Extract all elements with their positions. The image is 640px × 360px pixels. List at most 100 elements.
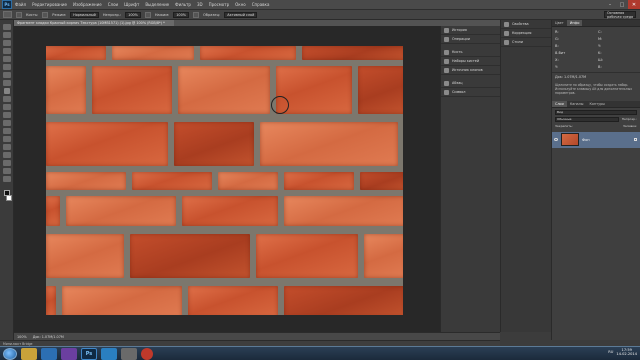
mode-dropdown[interactable]: Нормальный — [70, 11, 99, 18]
move-tool-icon[interactable] — [2, 24, 11, 30]
menu-window[interactable]: Окно — [235, 2, 246, 7]
browser-icon[interactable] — [101, 347, 117, 360]
menu-edit[interactable]: Редактирование — [32, 2, 67, 7]
panel-button-styles[interactable]: Стили — [501, 38, 551, 47]
panel-button-adjustments[interactable]: Коррекция — [501, 29, 551, 38]
brick — [358, 66, 403, 114]
menu-filter[interactable]: Фильтр — [175, 2, 191, 7]
crop-tool-icon[interactable] — [2, 56, 11, 62]
info-k: K: — [598, 51, 602, 55]
menu-layer[interactable]: Слои — [108, 2, 118, 7]
brush-tool-icon[interactable] — [2, 80, 11, 86]
dodge-tool-icon[interactable] — [2, 128, 11, 134]
brick — [62, 286, 182, 315]
clone-stamp-tool-icon[interactable] — [3, 88, 10, 94]
image-canvas[interactable] — [46, 46, 403, 315]
history-brush-tool-icon[interactable] — [2, 96, 11, 102]
tab-paths[interactable]: Контуры — [586, 101, 608, 107]
explorer-icon[interactable] — [21, 347, 37, 360]
panel-button-properties[interactable]: Свойства — [501, 20, 551, 29]
options-bar: Кисть: Режим: Нормальный Непрозр.: 100% … — [0, 10, 640, 20]
hand-tool-icon[interactable] — [2, 168, 11, 174]
menu-type[interactable]: Шрифт — [124, 2, 139, 7]
maximize-button[interactable]: □ — [616, 0, 628, 9]
system-tray: RU 17:59 14.02.2014 — [608, 348, 637, 357]
photoshop-logo: Ps — [2, 0, 12, 9]
clock-date: 14.02.2014 — [616, 352, 637, 357]
app-icon[interactable] — [141, 347, 153, 360]
tab-info[interactable]: Инфо — [566, 20, 583, 26]
language-indicator[interactable]: RU — [608, 350, 613, 354]
eyedropper-tool-icon[interactable] — [2, 64, 11, 70]
tab-color[interactable]: Цвет — [552, 20, 567, 26]
media-player-icon[interactable] — [41, 347, 57, 360]
start-button[interactable] — [3, 347, 17, 360]
clock[interactable]: 17:59 14.02.2014 — [616, 348, 637, 357]
brick — [46, 46, 106, 60]
info-readout: R: C: G: M: B: Y: 8-бит K: X: Ш: Y: В: — [552, 27, 640, 72]
brick — [178, 66, 270, 114]
blend-mode-dropdown[interactable]: Обычные — [555, 116, 619, 122]
eye-icon[interactable] — [554, 138, 558, 142]
minimize-button[interactable]: – — [604, 0, 616, 9]
paragraph-icon — [444, 80, 449, 86]
menu-3d[interactable]: 3D — [197, 2, 203, 7]
zoom-level[interactable]: 100% — [17, 335, 27, 339]
panel-button-brush-presets[interactable]: Наборы кистей — [441, 57, 500, 66]
menu-help[interactable]: Справка — [252, 2, 270, 7]
brick — [46, 172, 126, 190]
panel-button-clone-source[interactable]: Источник клонов — [441, 66, 500, 75]
type-tool-icon[interactable] — [2, 144, 11, 150]
photoshop-icon[interactable]: Ps — [81, 347, 97, 360]
tab-layers[interactable]: Слои — [552, 100, 567, 107]
history-icon — [444, 27, 449, 33]
opacity-field[interactable]: 100% — [125, 11, 141, 18]
clone-source-panel-toggle[interactable] — [42, 11, 49, 18]
healing-brush-tool-icon[interactable] — [2, 72, 11, 78]
gradient-tool-icon[interactable] — [2, 112, 11, 118]
window-controls: – □ ✕ — [604, 0, 640, 9]
panel-button-actions[interactable]: Операции — [441, 35, 500, 44]
menu-image[interactable]: Изображение — [73, 2, 102, 7]
panel-button-character[interactable]: Символ — [441, 88, 500, 97]
pressure-field[interactable]: 100% — [173, 11, 189, 18]
menu-select[interactable]: Выделение — [145, 2, 169, 7]
pen-tool-icon[interactable] — [2, 136, 11, 142]
tab-channels[interactable]: Каналы — [567, 101, 587, 107]
panel-label: Стили — [512, 40, 523, 44]
layers-panel-tabs: Слои Каналы Контуры — [552, 100, 640, 108]
pressure-opacity-toggle[interactable] — [144, 11, 151, 18]
layer-filter-dropdown[interactable]: Вид — [555, 109, 637, 115]
info-panel-tabs: Цвет Инфо — [552, 20, 640, 27]
document-size: Док: 1.07M/1.07M — [32, 334, 64, 339]
blur-tool-icon[interactable] — [2, 120, 11, 126]
lasso-tool-icon[interactable] — [2, 40, 11, 46]
path-selection-tool-icon[interactable] — [2, 152, 11, 158]
shape-tool-icon[interactable] — [2, 160, 11, 166]
sample-dropdown[interactable]: Активный слой — [224, 11, 258, 18]
workspace-switcher[interactable]: Основная рабочая среда — [604, 11, 636, 19]
clone-stamp-tool-icon[interactable] — [3, 11, 12, 18]
zoom-tool-icon[interactable] — [2, 176, 11, 182]
brick — [46, 286, 56, 315]
brick — [200, 46, 296, 60]
brick — [112, 46, 194, 60]
panel-button-paragraph[interactable]: Абзац — [441, 79, 500, 88]
tools-panel — [0, 20, 14, 340]
eraser-tool-icon[interactable] — [2, 104, 11, 110]
foreground-color-swatch[interactable] — [3, 190, 10, 196]
panel-button-brush[interactable]: Кисть — [441, 48, 500, 57]
airbrush-toggle[interactable] — [192, 11, 199, 18]
close-button[interactable]: ✕ — [628, 0, 640, 9]
brush-preset-picker[interactable] — [16, 11, 22, 18]
recorder-icon[interactable] — [121, 347, 137, 360]
visual-studio-icon[interactable] — [61, 347, 77, 360]
lock-label: Закрепить: — [555, 123, 573, 128]
menu-file[interactable]: Файл — [15, 2, 26, 7]
info-w: Ш: — [598, 58, 604, 62]
marquee-tool-icon[interactable] — [2, 32, 11, 38]
layer-row-background[interactable]: Фон — [552, 131, 640, 148]
panel-button-history[interactable]: История — [441, 26, 500, 35]
quick-select-tool-icon[interactable] — [2, 48, 11, 54]
menu-view[interactable]: Просмотр — [209, 2, 230, 7]
